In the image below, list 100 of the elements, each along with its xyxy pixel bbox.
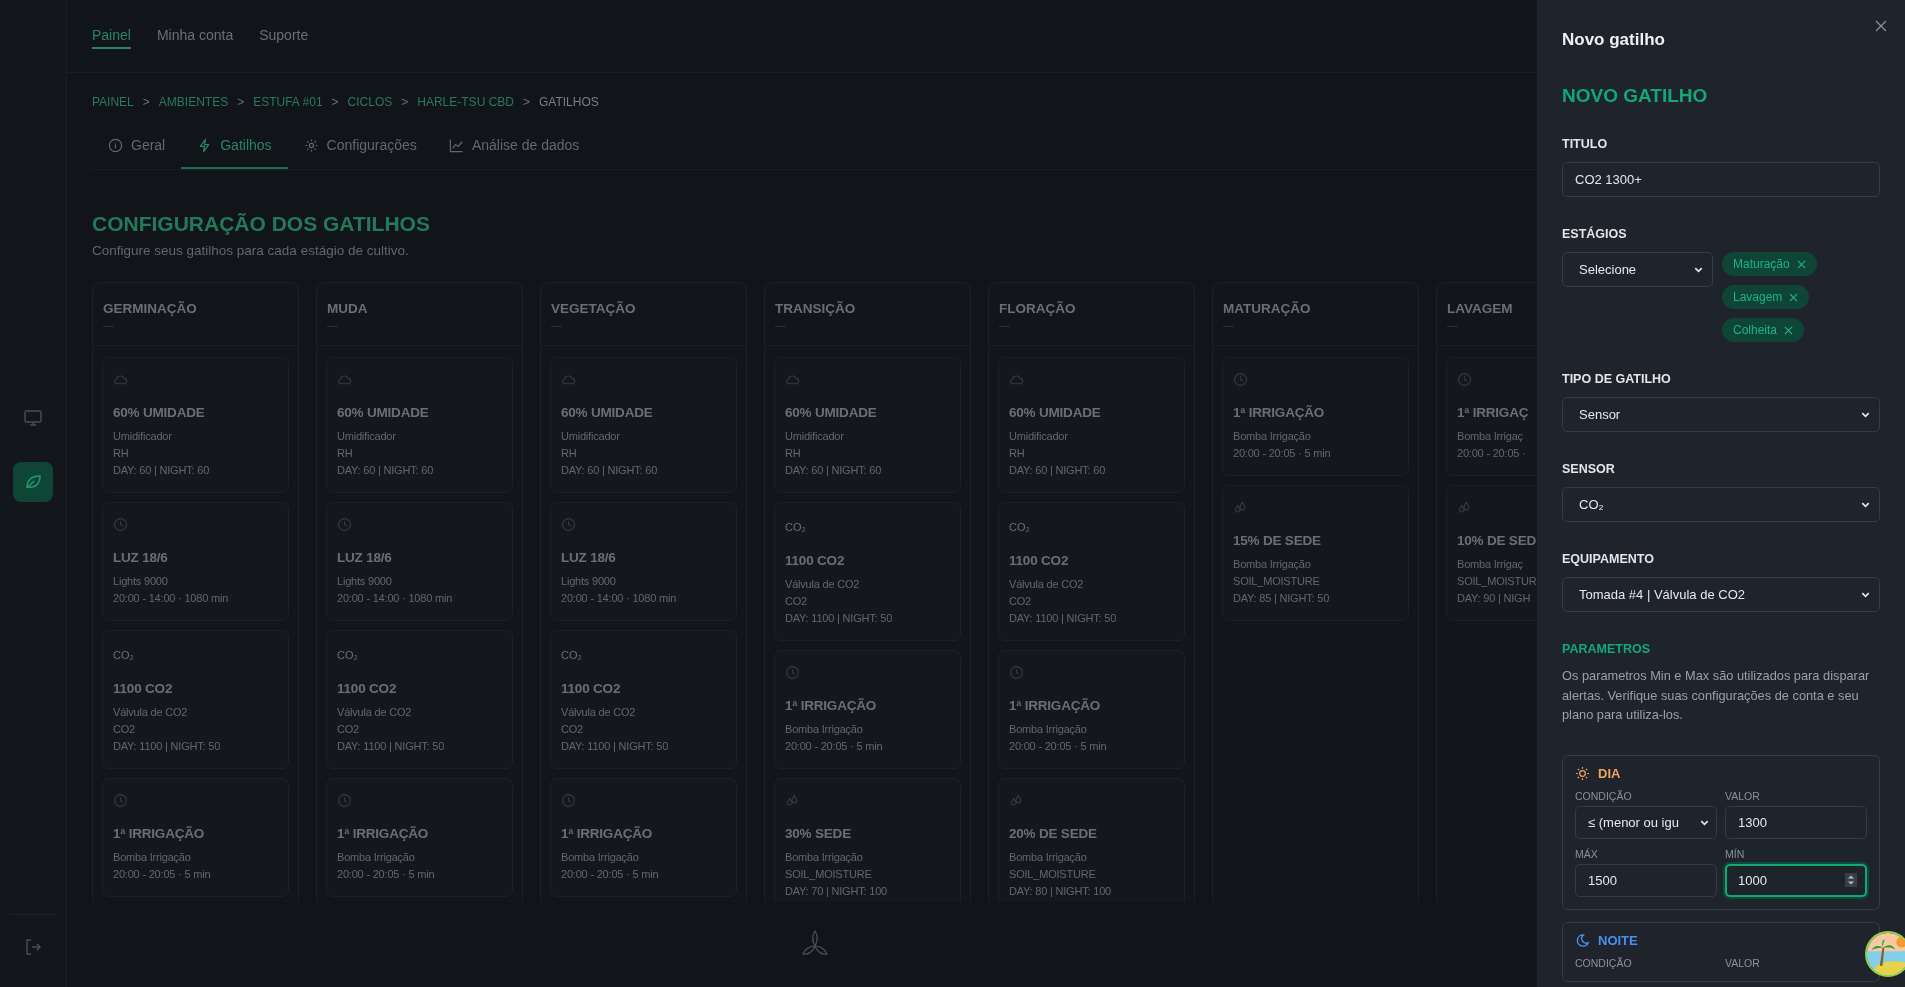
trigger-detail: Bomba Irrigação bbox=[1009, 722, 1088, 737]
trigger-card[interactable]: 1ª IRRIGAÇÃO Bomba Irrigação 20:00 - 20:05 · 5 min bbox=[998, 650, 1185, 769]
page-subtitle: Configure seus gatilhos para cada estágio de cultivo. bbox=[92, 243, 410, 258]
close-icon[interactable] bbox=[1875, 20, 1887, 32]
trigger-detail: DAY: 60 | NIGHT: 60 bbox=[113, 463, 211, 478]
stage-chip[interactable]: Lavagem bbox=[1722, 285, 1810, 309]
trigger-card[interactable]: 1ª IRRIGAÇÃO Bomba Irrigação 20:00 - 20:05 · 5 min bbox=[102, 778, 289, 897]
trigger-title: 60% UMIDADE bbox=[337, 405, 430, 420]
field-label: MÁX bbox=[1575, 847, 1599, 860]
trigger-detail: 20:00 - 20:05 · 5 min bbox=[561, 867, 660, 882]
trigger-card[interactable]: 1ª IRRIGAÇÃO Bomba Irrigação 20:00 - 20:05 · 5 min bbox=[1222, 357, 1409, 476]
trigger-card[interactable]: 1ª IRRIGAÇÃO Bomba Irrigação 20:00 - 20:05 · 5 min bbox=[326, 778, 513, 897]
trigger-detail: DAY: 85 | NIGHT: 50 bbox=[1233, 591, 1331, 606]
number-input[interactable]: 1500 bbox=[1575, 863, 1717, 897]
trigger-detail: SOIL_MOISTURE bbox=[785, 867, 873, 882]
trigger-card[interactable]: 60% UMIDADE Umidificador RH DAY: 60 | NIGHT: 60 bbox=[102, 357, 289, 493]
trigger-card[interactable]: 1ª IRRIGAÇ Bomba Irrigaç 20:00 - 20:05 · bbox=[1446, 357, 1537, 476]
co2-icon: CO₂ bbox=[113, 649, 134, 661]
trigger-card[interactable]: 60% UMIDADE Umidificador RH DAY: 60 | NIGHT: 60 bbox=[774, 357, 961, 493]
number-input[interactable]: 1000 bbox=[1725, 863, 1867, 897]
trigger-title: 1ª IRRIGAÇÃO bbox=[1009, 698, 1102, 713]
breadcrumb-link[interactable]: ESTUFA #01 bbox=[253, 95, 323, 109]
trigger-title: 1ª IRRIGAÇ bbox=[1457, 405, 1530, 420]
stage-title: MUDA bbox=[327, 301, 369, 316]
trigger-card[interactable]: CO₂ 1100 CO2 Válvula de CO2 CO2 DAY: 1100 | NIGHT: 50 bbox=[550, 630, 737, 769]
nav-link[interactable]: Minha conta bbox=[156, 23, 234, 49]
breadcrumb-link[interactable]: PAINEL bbox=[92, 95, 134, 109]
tab[interactable]: Gatilhos bbox=[181, 127, 288, 169]
remove-icon[interactable] bbox=[1789, 292, 1799, 302]
trigger-card[interactable]: CO₂ 1100 CO2 Válvula de CO2 CO2 DAY: 1100 | NIGHT: 50 bbox=[998, 502, 1185, 641]
number-input[interactable]: 1300 bbox=[1725, 805, 1867, 839]
clock-icon bbox=[337, 793, 352, 808]
co2-icon: CO₂ bbox=[337, 649, 358, 661]
breadcrumb-link[interactable]: AMBIENTES bbox=[158, 95, 229, 109]
trigger-title: LUZ 18/6 bbox=[337, 550, 393, 565]
trigger-card[interactable]: 15% DE SEDE Bomba Irrigação SOIL_MOISTURE DAY: 85 | NIGHT: 50 bbox=[1222, 485, 1409, 621]
clock-icon bbox=[1009, 665, 1024, 680]
remove-icon[interactable] bbox=[1796, 259, 1806, 269]
remove-icon[interactable] bbox=[1784, 325, 1794, 335]
breadcrumb-link[interactable]: HARLE-TSU CBD bbox=[417, 95, 514, 109]
trigger-title: 1100 CO2 bbox=[337, 681, 398, 696]
tab[interactable]: Geral bbox=[92, 127, 182, 169]
trigger-card[interactable]: 60% UMIDADE Umidificador RH DAY: 60 | NIGHT: 60 bbox=[998, 357, 1185, 493]
stage-chip[interactable]: Maturação bbox=[1722, 252, 1817, 276]
trigger-title: 20% DE SEDE bbox=[1009, 826, 1098, 841]
cloud-icon bbox=[561, 372, 576, 387]
logout-icon[interactable] bbox=[23, 937, 43, 957]
trigger-detail: Umidificador bbox=[785, 429, 845, 444]
trigger-detail: Válvula de CO2 bbox=[785, 577, 861, 592]
nav-link[interactable]: Suporte bbox=[259, 23, 309, 49]
co2-icon: CO₂ bbox=[561, 649, 582, 661]
trigger-card[interactable]: 20% DE SEDE Bomba Irrigação SOIL_MOISTURE DAY: 80 | NIGHT: 100 bbox=[998, 778, 1185, 902]
sun-icon bbox=[1575, 765, 1590, 781]
stage-title: FLORAÇÃO bbox=[999, 301, 1077, 316]
trigger-card[interactable]: 1ª IRRIGAÇÃO Bomba Irrigação 20:00 - 20:05 · 5 min bbox=[550, 778, 737, 897]
stage-chip[interactable]: Colheita bbox=[1722, 318, 1805, 342]
trigger-detail: 20:00 - 20:05 · 5 min bbox=[1009, 739, 1108, 754]
trigger-card[interactable]: 1ª IRRIGAÇÃO Bomba Irrigação 20:00 - 20:05 · 5 min bbox=[774, 650, 961, 769]
trigger-card[interactable]: CO₂ 1100 CO2 Válvula de CO2 CO2 DAY: 1100 | NIGHT: 50 bbox=[774, 502, 961, 641]
trigger-detail: RH bbox=[113, 446, 130, 461]
title-input[interactable]: CO2 1300+ bbox=[1562, 162, 1880, 197]
trigger-detail: RH bbox=[337, 446, 354, 461]
nav-link[interactable]: Painel bbox=[92, 23, 131, 49]
trigger-detail: Válvula de CO2 bbox=[337, 705, 413, 720]
trigger-card[interactable]: CO₂ 1100 CO2 Válvula de CO2 CO2 DAY: 1100 | NIGHT: 50 bbox=[326, 630, 513, 769]
trigger-detail: Bomba Irrigação bbox=[561, 850, 640, 865]
clock-icon bbox=[785, 665, 800, 680]
dropdown[interactable]: Sensor bbox=[1562, 397, 1880, 432]
dropdown[interactable]: CO₂ bbox=[1562, 487, 1880, 522]
field-label: MÍN bbox=[1725, 847, 1746, 860]
trigger-card[interactable]: 60% UMIDADE Umidificador RH DAY: 60 | NIGHT: 60 bbox=[550, 357, 737, 493]
stage-select[interactable]: Selecione bbox=[1562, 252, 1713, 287]
tab[interactable]: Configurações bbox=[287, 127, 433, 169]
trigger-detail: DAY: 1100 | NIGHT: 50 bbox=[785, 611, 894, 626]
trigger-title: 60% UMIDADE bbox=[561, 405, 654, 420]
dropdown[interactable]: Tomada #4 | Válvula de CO2 bbox=[1562, 577, 1880, 612]
trigger-detail: Bomba Irrigação bbox=[1009, 850, 1088, 865]
trigger-card[interactable]: LUZ 18/6 Lights 9000 20:00 - 14:00 · 1080 min bbox=[550, 502, 737, 621]
field-label: TITULO bbox=[1562, 137, 1609, 151]
trigger-title: 15% DE SEDE bbox=[1233, 533, 1322, 548]
trigger-detail: Lights 9000 bbox=[561, 574, 617, 589]
trigger-detail: CO2 bbox=[337, 722, 361, 737]
leaf-nav-button[interactable] bbox=[13, 462, 53, 502]
trigger-detail: DAY: 60 | NIGHT: 60 bbox=[1009, 463, 1107, 478]
trigger-title: LUZ 18/6 bbox=[113, 550, 169, 565]
trigger-card[interactable]: LUZ 18/6 Lights 9000 20:00 - 14:00 · 1080 min bbox=[326, 502, 513, 621]
trigger-card[interactable]: CO₂ 1100 CO2 Válvula de CO2 CO2 DAY: 1100 | NIGHT: 50 bbox=[102, 630, 289, 769]
trigger-detail: DAY: 60 | NIGHT: 60 bbox=[561, 463, 659, 478]
trigger-card[interactable]: 10% DE SED Bomba Irrigaç SOIL_MOISTUR DAY: 90 | NIGH bbox=[1446, 485, 1537, 621]
trigger-detail: 20:00 - 20:05 · bbox=[1457, 446, 1527, 461]
trigger-card[interactable]: 60% UMIDADE Umidificador RH DAY: 60 | NIGHT: 60 bbox=[326, 357, 513, 493]
stage-title: VEGETAÇÃO bbox=[551, 301, 637, 316]
trigger-detail: RH bbox=[785, 446, 802, 461]
trigger-card[interactable]: 30% SEDE Bomba Irrigação SOIL_MOISTURE DAY: 70 | NIGHT: 100 bbox=[774, 778, 961, 902]
trigger-card[interactable]: LUZ 18/6 Lights 9000 20:00 - 14:00 · 1080 min bbox=[102, 502, 289, 621]
breadcrumb-link[interactable]: CICLOS bbox=[347, 95, 393, 109]
trigger-title: 10% DE SED bbox=[1457, 533, 1537, 548]
condition-select[interactable]: ≤ (menor ou igu bbox=[1575, 805, 1717, 839]
tab[interactable]: Análise de dados bbox=[432, 127, 596, 169]
spinner-icon[interactable] bbox=[1845, 873, 1857, 887]
